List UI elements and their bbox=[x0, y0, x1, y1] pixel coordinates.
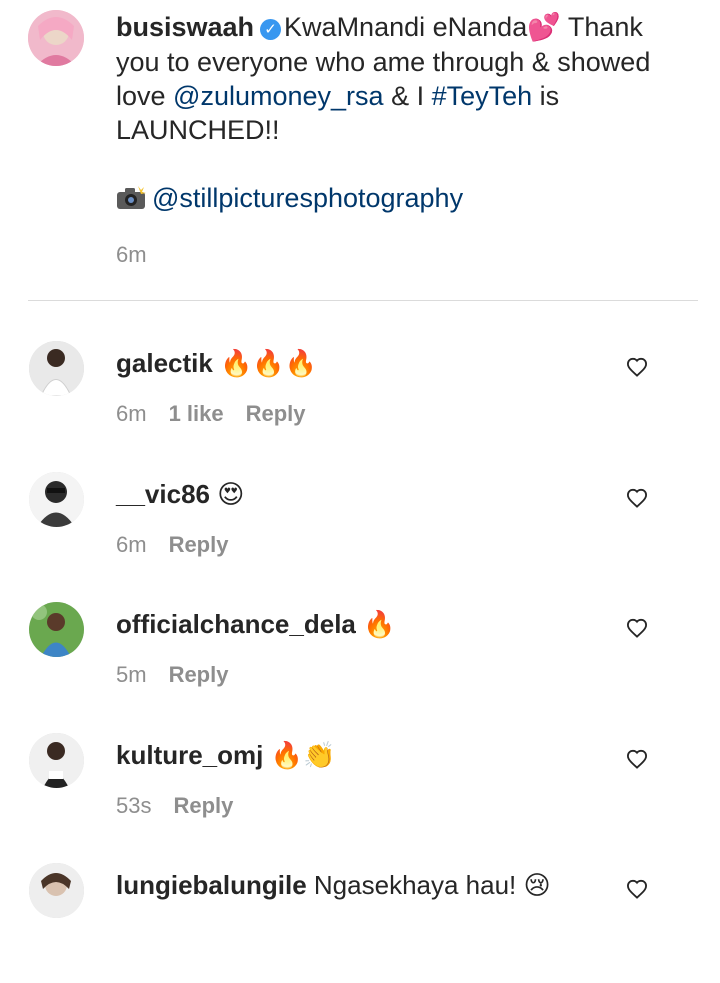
heart-outline-icon[interactable] bbox=[626, 618, 648, 638]
comment-username[interactable]: __vic86 bbox=[116, 479, 210, 509]
comment-item: __vic86 😍 6m Reply bbox=[0, 472, 720, 592]
comment-emoji: 🔥 bbox=[363, 610, 396, 640]
reply-button[interactable]: Reply bbox=[173, 793, 233, 818]
heart-emoji: 💕 bbox=[527, 12, 561, 43]
comment-emoji: 🔥👏 bbox=[270, 741, 336, 771]
commenter-avatar[interactable] bbox=[29, 341, 84, 396]
reply-button[interactable]: Reply bbox=[246, 401, 306, 426]
author-username[interactable]: busiswaah bbox=[116, 12, 254, 42]
comment-username[interactable]: lungiebalungile bbox=[116, 870, 307, 900]
comment-item: lungiebalungile Ngasekhaya hau! 😢 bbox=[0, 863, 720, 983]
commenter-avatar[interactable] bbox=[29, 733, 84, 788]
reply-button[interactable]: Reply bbox=[169, 532, 229, 557]
comment-time: 6m bbox=[116, 401, 147, 426]
mention-link[interactable]: @zulumoney_rsa bbox=[173, 81, 384, 111]
comment-item: galectik 🔥🔥🔥 6m 1 like Reply bbox=[0, 341, 720, 461]
heart-outline-icon[interactable] bbox=[626, 749, 648, 769]
heart-outline-icon[interactable] bbox=[626, 879, 648, 899]
comment-item: kulture_omj 🔥👏 53s Reply bbox=[0, 733, 720, 853]
post-caption: busiswaah ✓ KwaMnandi eNanda💕 Thank you to… bbox=[0, 0, 720, 300]
commenter-avatar[interactable] bbox=[29, 472, 84, 527]
comment-time: 53s bbox=[116, 793, 152, 818]
caption-text: busiswaah ✓ KwaMnandi eNanda💕 Thank you to… bbox=[116, 10, 676, 215]
commenter-avatar[interactable] bbox=[29, 863, 84, 918]
photo-credit-link[interactable]: @stillpicturesphotography bbox=[152, 183, 463, 213]
heart-outline-icon[interactable] bbox=[626, 357, 648, 377]
heart-outline-icon[interactable] bbox=[626, 488, 648, 508]
comment-time: 5m bbox=[116, 662, 147, 687]
comment-time: 6m bbox=[116, 532, 147, 557]
comment-like-count[interactable]: 1 like bbox=[169, 401, 224, 426]
photo-credit-line: @stillpicturesphotography bbox=[116, 181, 676, 215]
author-avatar[interactable] bbox=[28, 10, 84, 66]
comment-emoji: 😍 bbox=[217, 480, 245, 510]
comment-username[interactable]: galectik bbox=[116, 348, 213, 378]
caption-divider bbox=[28, 300, 698, 301]
comment-username[interactable]: officialchance_dela bbox=[116, 609, 356, 639]
comment-item: officialchance_dela 🔥 5m Reply bbox=[0, 602, 720, 722]
hashtag-link[interactable]: #TeyTeh bbox=[432, 81, 533, 111]
camera-flash-icon bbox=[117, 186, 146, 209]
comment-emoji: 🔥🔥🔥 bbox=[220, 349, 318, 379]
commenter-avatar[interactable] bbox=[29, 602, 84, 657]
comment-username[interactable]: kulture_omj bbox=[116, 740, 263, 770]
caption-timestamp: 6m bbox=[116, 242, 147, 267]
comment-emoji: 😢 bbox=[523, 871, 551, 901]
verified-badge-icon: ✓ bbox=[260, 19, 282, 40]
reply-button[interactable]: Reply bbox=[169, 662, 229, 687]
comment-body: Ngasekhaya hau! bbox=[313, 870, 517, 900]
